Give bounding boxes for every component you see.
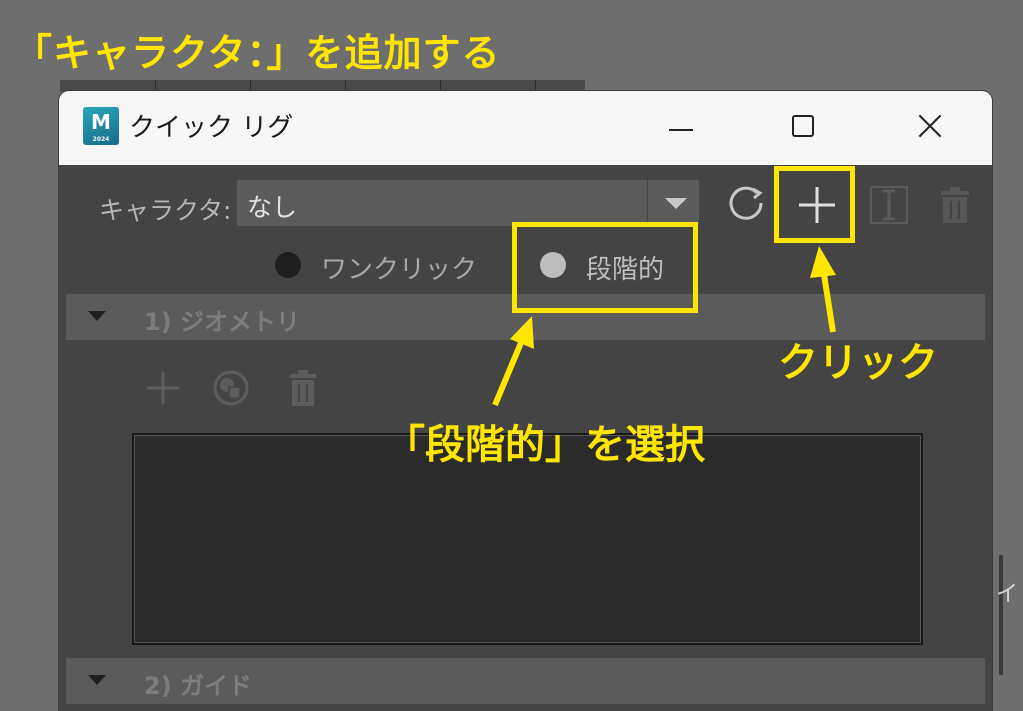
maximize-icon[interactable] <box>773 105 833 149</box>
section-guide-header[interactable]: 2) ガイド <box>66 658 985 704</box>
chevron-down-icon <box>665 198 687 209</box>
window-title: クイック リグ <box>129 113 294 143</box>
maya-app-icon: M 2024 <box>83 107 119 145</box>
close-icon[interactable] <box>899 105 959 149</box>
highlight-stepwise-option <box>512 222 698 313</box>
trash-icon[interactable] <box>931 181 979 229</box>
app-icon-subtext: 2024 <box>92 136 110 143</box>
collapse-triangle-icon <box>88 675 106 685</box>
character-label: キャラクタ: <box>99 196 232 225</box>
character-dropdown[interactable]: なし <box>237 180 699 226</box>
minimize-icon[interactable] <box>653 105 713 149</box>
background-edge-glyph: イ <box>996 582 1019 607</box>
character-dropdown-value: なし <box>247 193 298 222</box>
dropdown-separator <box>647 180 648 226</box>
app-icon-letter: M <box>91 110 111 134</box>
section-label: 2) ガイド <box>144 672 253 700</box>
collapse-triangle-icon <box>88 311 106 321</box>
title-bar[interactable]: M 2024 クイック リグ <box>59 91 992 165</box>
radio-label: ワンクリック <box>321 255 478 285</box>
section-label: 1) ジオメトリ <box>144 308 301 336</box>
annotation-select-note: 「段階的」を選択 <box>385 422 705 468</box>
radio-dot <box>275 252 301 278</box>
background-panel-edge <box>999 555 1003 675</box>
annotation-title: 「キャラクタ：」を追加する <box>14 31 501 75</box>
highlight-add-button <box>774 166 855 243</box>
add-icon[interactable] <box>141 366 185 410</box>
select-joint-icon[interactable] <box>865 181 913 229</box>
replace-icon[interactable] <box>209 366 253 410</box>
trash-icon[interactable] <box>281 366 325 410</box>
annotation-click-note: クリック <box>778 340 938 386</box>
refresh-icon[interactable] <box>723 181 771 229</box>
